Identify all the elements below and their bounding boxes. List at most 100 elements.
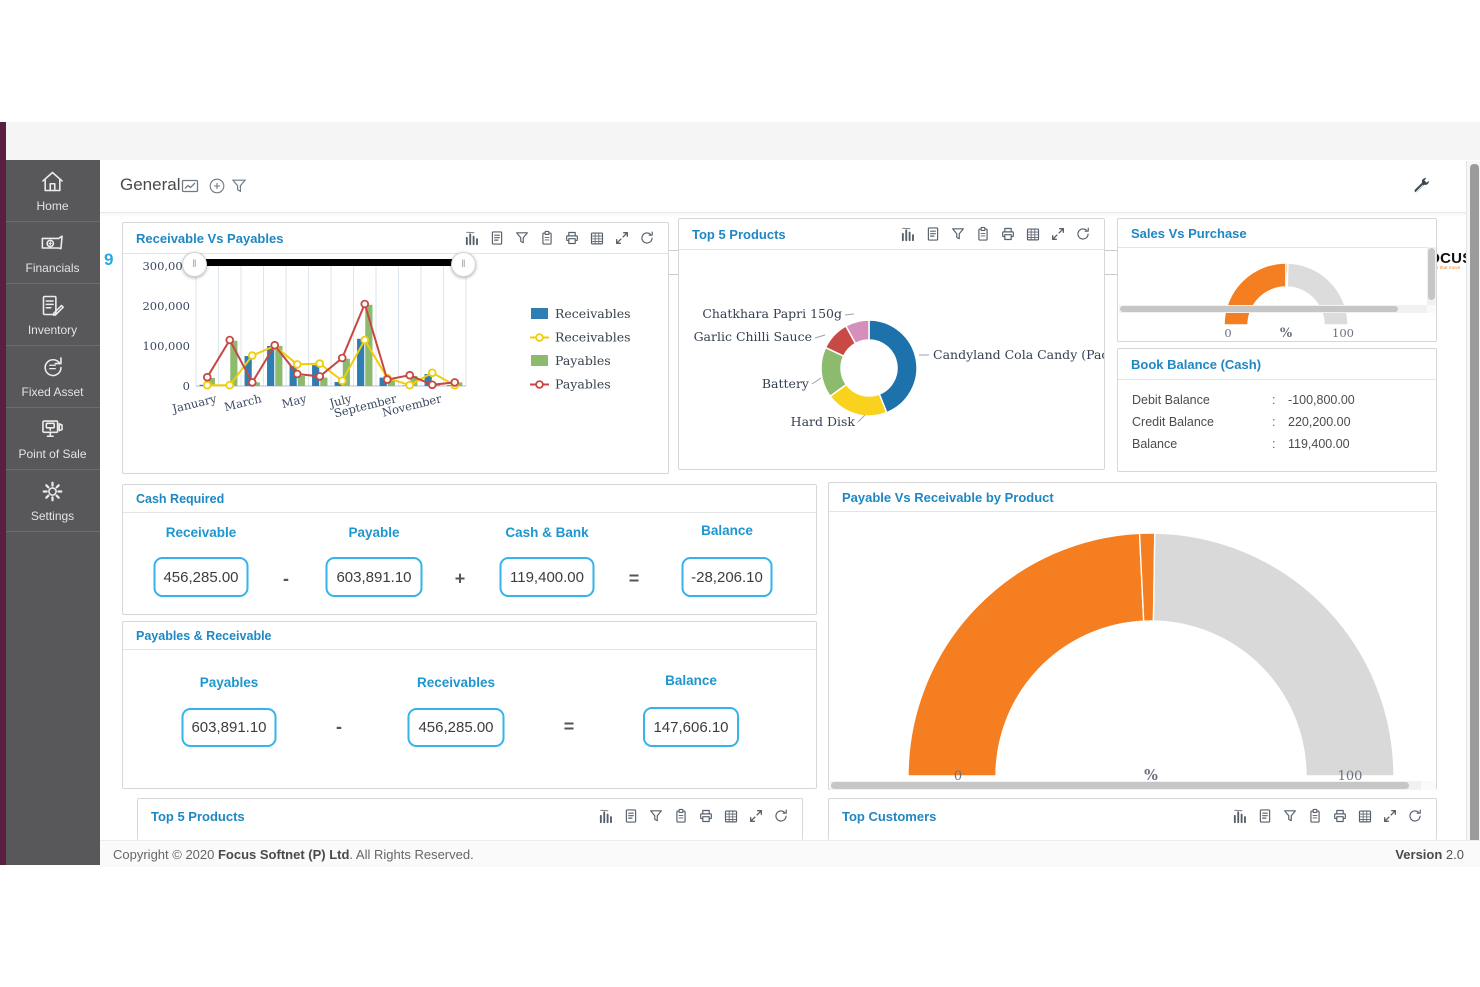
panel-title: Sales Vs Purchase (1131, 226, 1247, 241)
expand-icon[interactable] (614, 230, 630, 246)
panel-header: Top 5 Products (138, 799, 802, 833)
value: 147,606.10 (653, 719, 728, 736)
company-name: Focus Softnet (P) Ltd (218, 847, 349, 862)
panel-payable-vs-receivable-by-product: Payable Vs Receivable by Product 0%100 (828, 482, 1437, 790)
home-icon (39, 168, 66, 195)
sidebar-item-home[interactable]: Home (0, 160, 100, 222)
panel-sales-vs-purchase: Sales Vs Purchase 0%100 (1117, 218, 1437, 342)
expand-icon[interactable] (1382, 808, 1398, 824)
calendar-icon[interactable] (723, 808, 739, 824)
value-box-balance: -28,206.10 (682, 557, 773, 597)
book-balance-row: Credit Balance : 220,200.00 (1118, 411, 1436, 433)
sales-vs-purchase-gauge: 0%100 (1118, 247, 1427, 341)
row-label: Balance (1132, 437, 1272, 451)
filter-icon[interactable] (648, 808, 664, 824)
expand-icon[interactable] (748, 808, 764, 824)
panel-title: Book Balance (Cash) (1131, 357, 1261, 372)
sidebar-item-label: Fixed Asset (21, 385, 83, 399)
page-title: General (120, 175, 180, 195)
svg-text:Battery: Battery (762, 376, 810, 391)
refresh-icon[interactable] (639, 230, 655, 246)
print-icon[interactable] (1000, 226, 1016, 242)
range-slider-right-handle[interactable] (451, 252, 476, 277)
row-separator: : (1272, 393, 1288, 407)
column-chart-icon[interactable] (598, 808, 614, 824)
chart-view-icon[interactable] (181, 177, 199, 195)
scrollbar-corner (1427, 305, 1436, 313)
svg-text:Candyland Cola Candy (Pack Of: Candyland Cola Candy (Pack Of 35) (933, 347, 1104, 362)
add-widget-icon[interactable] (208, 177, 226, 195)
expand-icon[interactable] (1050, 226, 1066, 242)
sidebar-item-financials[interactable]: Financials (0, 222, 100, 284)
report-icon[interactable] (925, 226, 941, 242)
filter-icon[interactable] (950, 226, 966, 242)
panel-header: Receivable Vs Payables (123, 223, 668, 254)
panel-header: Cash Required (123, 485, 816, 513)
sidebar-accent-strip (0, 122, 6, 865)
horizontal-scrollbar[interactable] (830, 781, 1436, 790)
clipboard-icon[interactable] (539, 230, 555, 246)
svg-text:100: 100 (1332, 326, 1354, 340)
refresh-icon[interactable] (1407, 808, 1423, 824)
sidebar-item-fixed-asset[interactable]: Fixed Asset (0, 346, 100, 408)
value: -28,206.10 (691, 569, 763, 586)
panel-header: Payable Vs Receivable by Product (829, 483, 1436, 512)
column-chart-icon[interactable] (900, 226, 916, 242)
filter-icon[interactable] (230, 177, 248, 195)
panel-book-balance: Book Balance (Cash) Debit Balance : -100… (1117, 348, 1437, 472)
sidebar-item-inventory[interactable]: Inventory (0, 284, 100, 346)
panel-cash-required: Cash Required Receivable Payable Cash & … (122, 484, 817, 615)
settings-tools-icon[interactable] (1412, 176, 1432, 196)
value: 603,891.10 (336, 569, 411, 586)
sidebar-item-label: Settings (31, 509, 74, 523)
print-icon[interactable] (564, 230, 580, 246)
calendar-icon[interactable] (1025, 226, 1041, 242)
version-text: Version 2.0 (1395, 847, 1464, 862)
print-icon[interactable] (1332, 808, 1348, 824)
print-icon[interactable] (698, 808, 714, 824)
clipboard-icon[interactable] (673, 808, 689, 824)
panel-top5-products: Top 5 Products Candyland Cola Candy (Pac… (678, 218, 1105, 470)
column-chart-icon[interactable] (1232, 808, 1248, 824)
range-slider-left-handle[interactable] (182, 252, 207, 277)
vertical-scrollbar[interactable] (1427, 247, 1436, 305)
sidebar-item-label: Point of Sale (18, 447, 86, 461)
panel-payables-receivable: Payables & Receivable Payables Receivabl… (122, 621, 817, 789)
operator: - (283, 569, 289, 590)
row-separator: : (1272, 437, 1288, 451)
field-label: Balance (665, 673, 717, 688)
value-box-payables: 603,891.10 (182, 708, 277, 747)
svg-text:March: March (223, 391, 264, 414)
clipboard-icon[interactable] (975, 226, 991, 242)
column-chart-icon[interactable] (464, 230, 480, 246)
refresh-icon[interactable] (773, 808, 789, 824)
sidebar-item-label: Inventory (28, 323, 77, 337)
row-label: Credit Balance (1132, 415, 1272, 429)
report-icon[interactable] (489, 230, 505, 246)
row-value: 119,400.00 (1288, 437, 1350, 451)
calendar-icon[interactable] (589, 230, 605, 246)
filter-icon[interactable] (1282, 808, 1298, 824)
filter-icon[interactable] (514, 230, 530, 246)
report-icon[interactable] (1257, 808, 1273, 824)
horizontal-scrollbar[interactable] (1119, 305, 1427, 313)
chart-range-track[interactable] (206, 259, 456, 266)
calendar-icon[interactable] (1357, 808, 1373, 824)
focus9-dashboard: FOCUS 9 Go Mikhail FOCUS Solutions that … (0, 0, 1480, 987)
book-balance-row: Balance : 119,400.00 (1118, 433, 1436, 455)
sidebar-item-settings[interactable]: Settings (0, 470, 100, 532)
sidebar-item-point-of-sale[interactable]: Point of Sale (0, 408, 100, 470)
row-value: 220,200.00 (1288, 415, 1351, 429)
row-label: Debit Balance (1132, 393, 1272, 407)
field-label: Receivables (417, 675, 495, 690)
svg-text:100: 100 (1338, 769, 1363, 781)
report-icon[interactable] (623, 808, 639, 824)
page-vertical-scrollbar[interactable] (1466, 161, 1480, 865)
field-label: Cash & Bank (505, 525, 588, 540)
panel-header: Top 5 Products (679, 219, 1104, 250)
refresh-icon[interactable] (1075, 226, 1091, 242)
value: 603,891.10 (191, 719, 266, 736)
panel-title: Payables & Receivable (136, 629, 272, 643)
clipboard-icon[interactable] (1307, 808, 1323, 824)
field-label: Balance (701, 523, 753, 538)
